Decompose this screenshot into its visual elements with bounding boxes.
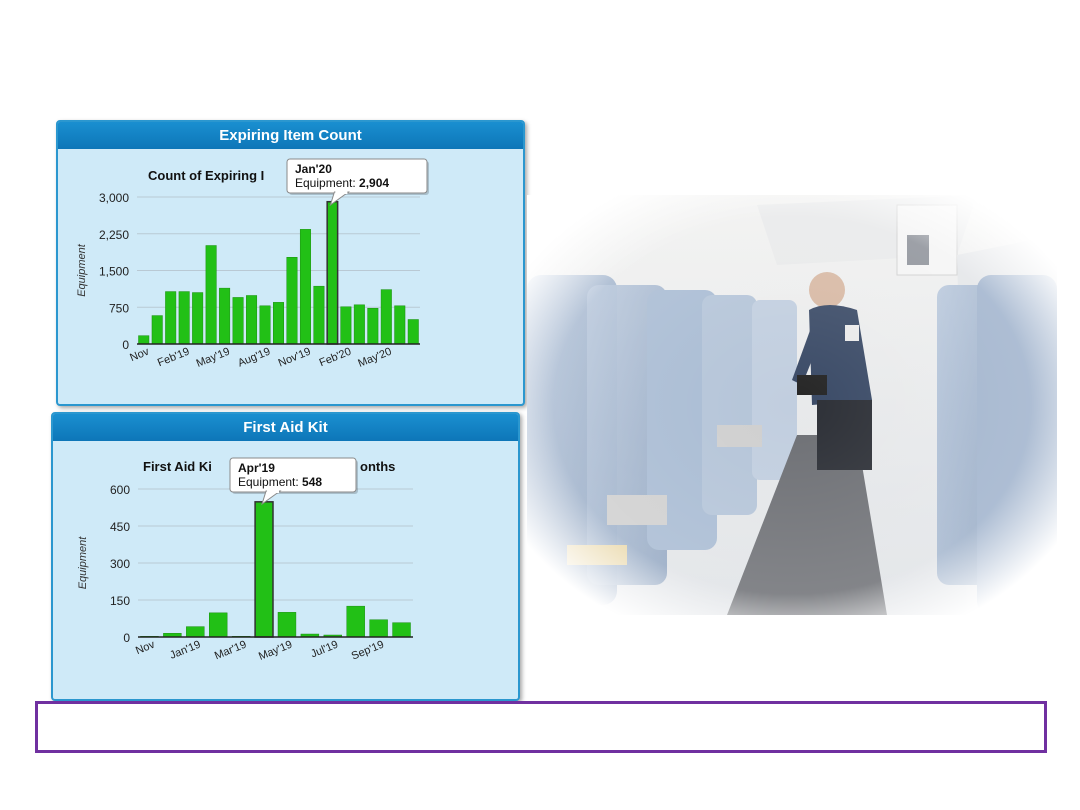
x-tick-label: May'19 [195,346,232,370]
x-tick-label: Feb'20 [318,346,353,370]
y-tick-label: 3,000 [99,191,129,205]
bar [346,605,365,638]
tooltip-pointer-cover [335,191,348,194]
tooltip-label: Jan'20 [295,162,332,176]
y-tick-label: 750 [109,301,129,315]
tooltip: Apr'19Equipment: 548 [229,457,358,506]
bar [151,315,163,345]
bar [246,295,258,345]
bar [165,291,177,345]
y-axis-label: Equipment [77,536,89,590]
bar [394,305,406,345]
bar [407,319,419,345]
bar [299,229,311,345]
x-tick-label: May'20 [356,346,393,370]
x-tick-label: Mar'19 [213,639,248,663]
x-tick-label: Jan'19 [168,639,202,662]
first-aid-kit-chart: First Aid Ki onths 0 150 300 450 600 Equipment N… [77,457,413,663]
expiring-item-count-panel: Expiring Item Count Count of Expiring I0… [56,120,525,406]
first-aid-kit-panel: First Aid Kit First Aid Ki onths 0 150 300 45… [51,412,520,701]
bar [277,612,297,638]
tooltip: Jan'20Equipment: 2,904 [286,158,429,207]
bar [392,622,411,638]
x-tick-label: Jul'19 [309,639,340,661]
x-tick-label: Aug'19 [236,346,272,370]
bar [192,292,204,345]
bar [340,306,352,345]
bar [326,200,339,345]
tooltip-label: Apr'19 [238,461,275,475]
x-tick-label: Sep'19 [350,639,386,663]
footer-frame [35,701,1047,753]
x-tick-label: Nov [128,345,151,364]
y-tick-label: 1,500 [99,265,129,279]
bar [286,257,298,345]
bar [273,302,284,345]
y-tick-label: 300 [110,557,130,571]
y-axis-label: Equipment [76,243,88,297]
y-tick-label: 150 [110,594,130,608]
bar [209,612,228,638]
y-tick-label: 600 [110,483,130,497]
bar [353,304,365,345]
y-tick-label: 0 [122,338,129,352]
bar [186,626,205,638]
x-tick-label: Feb'19 [156,346,191,370]
bar [367,307,379,345]
bar [178,291,190,345]
bar [369,619,388,638]
bar [313,285,325,345]
tooltip-value: Equipment: 548 [238,475,322,489]
bar [259,305,271,345]
y-tick-label: 2,250 [99,228,129,242]
bar [232,297,244,345]
chart-subtitle: Count of Expiring I [148,168,264,183]
bar [380,289,392,345]
x-tick-label: May'19 [257,639,294,663]
y-tick-label: 450 [110,520,130,534]
aircraft-cabin-photo [527,195,1057,615]
bar [219,287,231,345]
tooltip-value: Equipment: 2,904 [295,176,389,190]
y-tick-label: 0 [123,631,130,645]
x-tick-label: Nov [134,638,157,657]
expiring-item-count-chart: Count of Expiring I 0 750 1,500 2,250 3,000 Eq… [76,158,429,370]
bar [138,335,150,345]
tooltip-pointer-cover [267,490,280,493]
bar [254,501,274,638]
x-tick-label: Nov'19 [277,346,313,370]
bar [205,245,217,345]
chart-subtitle: onths [360,459,395,474]
chart-subtitle: First Aid Ki [143,459,212,474]
